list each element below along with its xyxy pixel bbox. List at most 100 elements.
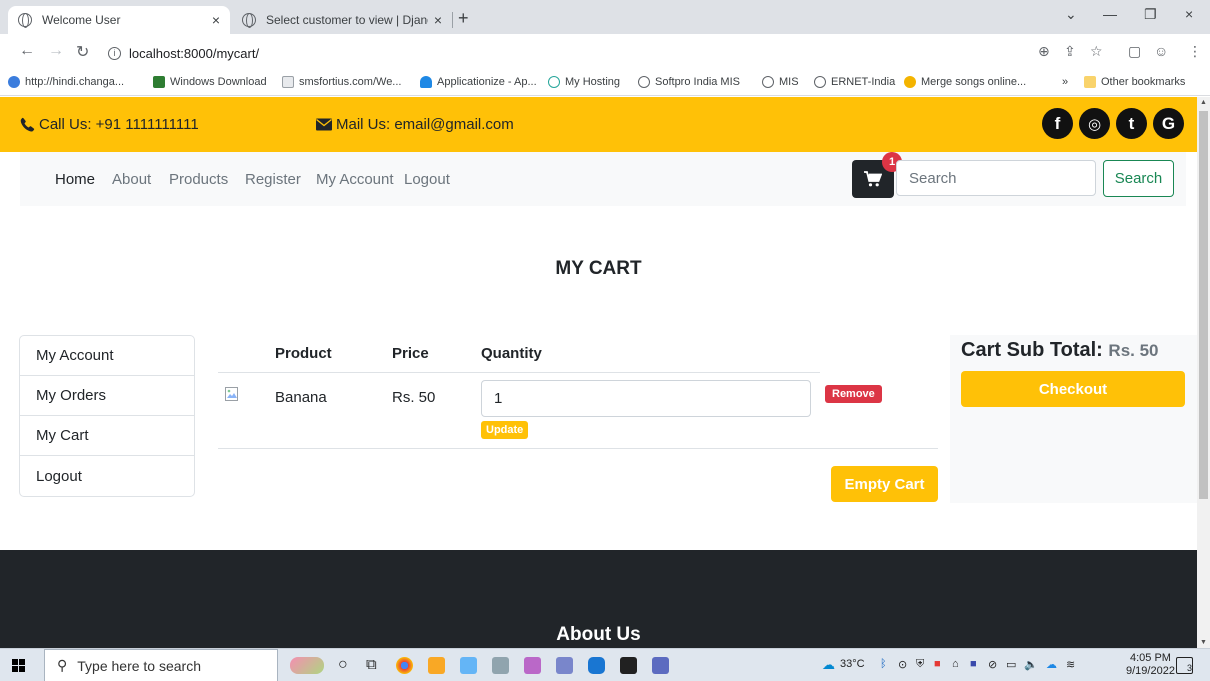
bookmark-item[interactable]: smsfortius.com/We... xyxy=(282,76,401,88)
tab-close-icon[interactable]: × xyxy=(434,12,442,28)
file-explorer-icon[interactable] xyxy=(428,657,445,674)
new-tab-button[interactable]: + xyxy=(458,8,469,29)
taskbar-search-box[interactable]: ⚲ Type here to search xyxy=(44,649,278,681)
chrome-icon[interactable] xyxy=(396,657,413,674)
header-divider xyxy=(218,372,820,373)
pycharm-icon[interactable] xyxy=(620,657,637,674)
minimize-icon[interactable]: — xyxy=(1103,6,1117,22)
tab-select-customer[interactable]: Select customer to view | Django × xyxy=(232,6,452,34)
battery-icon[interactable]: ▭ xyxy=(1006,658,1016,671)
account-side-menu: My Account My Orders My Cart Logout xyxy=(19,335,195,497)
update-button[interactable]: Update xyxy=(481,421,529,439)
sidemenu-item-my-orders[interactable]: My Orders xyxy=(20,376,194,416)
tab-search-chevron-icon[interactable]: ⌄ xyxy=(1065,6,1077,23)
site-info-icon[interactable]: i xyxy=(108,46,121,60)
flower-widget-icon[interactable] xyxy=(290,657,324,674)
facebook-icon[interactable]: f xyxy=(1042,108,1073,139)
cart-item-product: Banana xyxy=(275,389,327,406)
other-bookmarks-folder[interactable]: Other bookmarks xyxy=(1084,76,1185,88)
bookmark-item[interactable]: MIS xyxy=(762,76,799,88)
zoom-icon[interactable]: ⊕ xyxy=(1038,43,1050,60)
call-info: Call Us: +91 1111111111 xyxy=(20,116,199,133)
tab-welcome-user[interactable]: Welcome User × xyxy=(8,6,230,34)
cortana-icon[interactable]: ○ xyxy=(338,656,348,674)
remove-button[interactable]: Remove xyxy=(825,385,882,403)
footer: About Us xyxy=(0,550,1197,648)
quantity-input[interactable] xyxy=(481,380,811,417)
bookmark-item[interactable]: Windows Download xyxy=(153,76,267,88)
temperature-text[interactable]: 33°C xyxy=(840,658,865,670)
subtotal-amount: Rs. 50 xyxy=(1108,341,1159,360)
bookmark-item[interactable]: http://hindi.changa... xyxy=(8,76,124,88)
page-scrollbar[interactable]: ▲ ▼ xyxy=(1197,97,1210,648)
profile-icon[interactable]: ☺ xyxy=(1154,43,1168,59)
windows-start-icon[interactable] xyxy=(12,659,25,672)
address-bar[interactable]: i localhost:8000/mycart/ xyxy=(108,40,1038,66)
cart-subtotal: Cart Sub Total: Rs. 50 xyxy=(961,339,1159,362)
scroll-up-icon[interactable]: ▲ xyxy=(1200,99,1207,106)
empty-cart-button[interactable]: Empty Cart xyxy=(831,466,938,502)
forward-arrow-icon[interactable]: → xyxy=(48,42,64,60)
sidemenu-item-logout[interactable]: Logout xyxy=(20,456,194,496)
zoom-app-icon[interactable] xyxy=(588,657,605,674)
call-text: Call Us: +91 1111111111 xyxy=(39,116,199,133)
volume-icon[interactable]: 🔈 xyxy=(1024,658,1038,671)
nav-logout[interactable]: Logout xyxy=(404,171,450,188)
checkout-button[interactable]: Checkout xyxy=(961,371,1185,407)
search-input[interactable] xyxy=(896,160,1096,196)
bookmark-item[interactable]: ERNET-India xyxy=(814,76,895,88)
reload-icon[interactable]: ↻ xyxy=(76,42,89,62)
google-icon[interactable]: G xyxy=(1153,108,1184,139)
bookmark-item[interactable]: My Hosting xyxy=(548,76,620,88)
nav-home[interactable]: Home xyxy=(55,171,95,188)
network-app-icon[interactable] xyxy=(460,657,477,674)
tray-usb-icon[interactable]: ⌂ xyxy=(952,658,959,670)
bluetooth-icon[interactable]: ᛒ xyxy=(880,658,887,670)
nav-about[interactable]: About xyxy=(112,171,151,188)
scrollbar-thumb[interactable] xyxy=(1199,111,1208,499)
onedrive-icon[interactable]: ☁ xyxy=(1046,658,1057,671)
wifi-icon[interactable]: ≋ xyxy=(1066,658,1075,671)
bookmark-star-icon[interactable]: ☆ xyxy=(1090,43,1103,60)
twitter-icon[interactable]: t xyxy=(1116,108,1147,139)
subtotal-label: Cart Sub Total: xyxy=(961,339,1103,361)
word-app-icon[interactable] xyxy=(652,657,669,674)
nav-my-account[interactable]: My Account xyxy=(316,171,394,188)
scroll-down-icon[interactable]: ▼ xyxy=(1200,639,1207,646)
bookmarks-overflow-button[interactable]: » xyxy=(1062,76,1068,88)
bookmark-item[interactable]: Applicationize - Ap... xyxy=(420,76,537,88)
paint-icon[interactable] xyxy=(524,657,541,674)
nav-register[interactable]: Register xyxy=(245,171,301,188)
notepad-icon[interactable] xyxy=(492,657,509,674)
tray-app2-icon[interactable]: ■ xyxy=(970,658,977,670)
cart-summary-panel: Cart Sub Total: Rs. 50 Checkout xyxy=(950,335,1197,503)
mail-info: Mail Us: email@gmail.com xyxy=(316,116,514,133)
window-close-icon[interactable]: × xyxy=(1185,6,1193,22)
task-view-icon[interactable]: ⧉ xyxy=(366,656,377,673)
taskbar-clock[interactable]: 4:05 PM 9/19/2022 xyxy=(1126,652,1175,678)
bookmark-item[interactable]: Merge songs online... xyxy=(904,76,1026,88)
notification-center-icon[interactable]: 3 xyxy=(1176,657,1193,674)
weather-icon[interactable]: ☁ xyxy=(822,657,835,673)
shopping-cart-icon xyxy=(864,171,882,187)
tool-app-icon[interactable] xyxy=(556,657,573,674)
bookmark-item[interactable]: Softpro India MIS xyxy=(638,76,740,88)
bookmark-favicon-icon xyxy=(8,76,20,88)
nav-products[interactable]: Products xyxy=(169,171,228,188)
back-arrow-icon[interactable]: ← xyxy=(19,42,35,60)
side-panel-icon[interactable]: ▢ xyxy=(1128,43,1141,60)
tray-antivirus-icon[interactable]: ■ xyxy=(934,658,941,670)
tab-close-icon[interactable]: × xyxy=(212,12,220,28)
tab-title: Select customer to view | Django xyxy=(266,13,428,27)
restore-icon[interactable]: ❐ xyxy=(1144,6,1157,23)
taskbar-search-placeholder: Type here to search xyxy=(77,657,202,674)
tray-app-icon[interactable]: ⊙ xyxy=(898,658,907,671)
sidemenu-item-my-account[interactable]: My Account xyxy=(20,336,194,376)
share-icon[interactable]: ⇪ xyxy=(1064,43,1076,60)
tray-link-icon[interactable]: ⊘ xyxy=(988,658,997,671)
instagram-icon[interactable]: ◎ xyxy=(1079,108,1110,139)
search-button[interactable]: Search xyxy=(1103,160,1174,197)
tray-shield-icon[interactable]: ⛨ xyxy=(916,658,924,671)
browser-menu-icon[interactable]: ⋮ xyxy=(1188,43,1202,60)
sidemenu-item-my-cart[interactable]: My Cart xyxy=(20,416,194,456)
